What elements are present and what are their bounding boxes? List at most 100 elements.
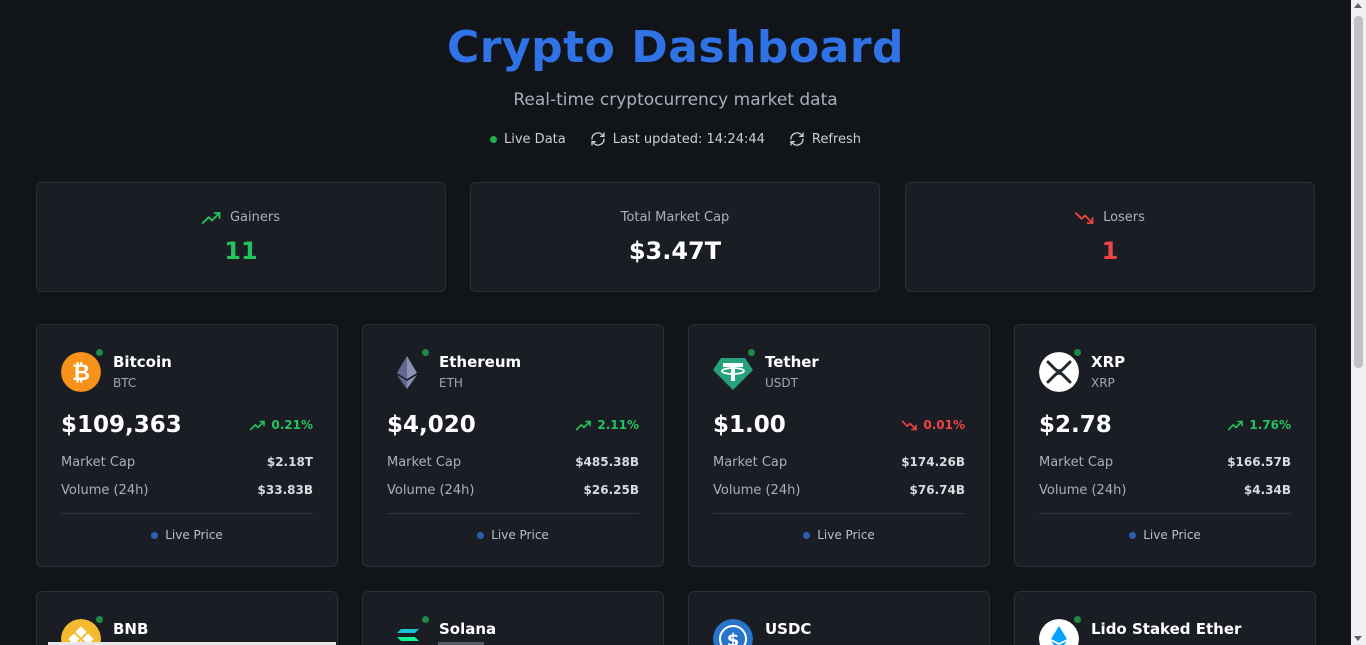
volume-label: Volume (24h) (387, 483, 475, 498)
volume-row: Volume (24h) $76.74B (713, 483, 965, 498)
divider (61, 513, 313, 514)
volume-label: Volume (24h) (61, 483, 149, 498)
tether-icon (713, 358, 753, 390)
last-updated: Last updated: 14:24:44 (590, 131, 765, 147)
dashboard-page: Crypto Dashboard Real-time cryptocurrenc… (0, 0, 1351, 645)
coin-card-lido-staked-ether[interactable]: Lido Staked Ether (1014, 591, 1316, 645)
coin-card-bitcoin[interactable]: ₿ Bitcoin BTC $109,363 0.21% Market Cap … (36, 324, 338, 567)
svg-text:₿: ₿ (72, 361, 90, 386)
coin-price: $2.78 (1039, 412, 1112, 438)
market-cap-value: $3.47T (628, 237, 722, 265)
live-data-indicator: Live Data (490, 132, 566, 147)
market-cap-value: $485.38B (575, 455, 639, 469)
coin-name: XRP (1091, 353, 1126, 371)
coin-name: Solana (439, 620, 497, 638)
svg-text:$: $ (727, 630, 740, 645)
live-status-dot (746, 347, 757, 358)
coin-symbol: BTC (113, 376, 137, 390)
coin-symbol: ETH (439, 376, 463, 390)
losers-header: Losers (906, 210, 1314, 225)
price-change-value: 2.11% (597, 418, 639, 432)
trending-up-icon (250, 420, 266, 430)
live-price-label: Live Price (817, 528, 875, 542)
price-change-value: 0.01% (923, 418, 965, 432)
volume-label: Volume (24h) (1039, 483, 1127, 498)
live-price-label: Live Price (1143, 528, 1201, 542)
scroll-up-icon[interactable] (1354, 3, 1362, 8)
live-price-dot-icon (151, 531, 159, 539)
coin-price: $4,020 (387, 412, 476, 438)
volume-row: Volume (24h) $26.25B (387, 483, 639, 498)
losers-card: Losers 1 (905, 182, 1315, 292)
coin-card-solana[interactable]: Solana (362, 591, 664, 645)
live-price-dot-icon (803, 531, 811, 539)
live-status-dot (1072, 347, 1083, 358)
refresh-button[interactable]: Refresh (789, 131, 861, 147)
volume-value: $4.34B (1243, 483, 1291, 497)
scroll-down-icon[interactable] (1354, 636, 1362, 641)
market-cap-row: Market Cap $2.18T (61, 455, 313, 470)
market-cap-label: Market Cap (713, 455, 788, 470)
xrp-icon (1039, 352, 1079, 392)
market-cap-row: Market Cap $485.38B (387, 455, 639, 470)
coin-name: Bitcoin (113, 353, 172, 371)
coin-name: Tether (765, 353, 819, 371)
market-cap-label: Market Cap (1039, 455, 1114, 470)
coin-card-ethereum[interactable]: Ethereum ETH $4,020 2.11% Market Cap $48… (362, 324, 664, 567)
gainers-label: Gainers (229, 210, 280, 225)
market-cap-label: Market Cap (61, 455, 136, 470)
price-change: 1.76% (1228, 418, 1291, 432)
coin-card-xrp[interactable]: XRP XRP $2.78 1.76% Market Cap $166.57B … (1014, 324, 1316, 567)
scrollbar-thumb[interactable] (1354, 16, 1363, 368)
coin-name: BNB (113, 620, 149, 638)
gainers-value: 11 (224, 237, 258, 265)
trending-up-icon (1228, 420, 1244, 430)
coin-card-tether[interactable]: Tether USDT $1.00 0.01% Market Cap $174.… (688, 324, 990, 567)
price-change: 2.11% (576, 418, 639, 432)
page-title: Crypto Dashboard (446, 22, 905, 73)
market-cap-value: $166.57B (1227, 455, 1291, 469)
divider (1039, 513, 1291, 514)
market-cap-row: Market Cap $166.57B (1039, 455, 1291, 470)
refresh-label: Refresh (811, 131, 861, 147)
volume-label: Volume (24h) (713, 483, 801, 498)
live-data-label: Live Data (504, 131, 566, 147)
price-change-value: 0.21% (271, 418, 313, 432)
volume-value: $76.74B (909, 483, 965, 497)
coin-price: $1.00 (713, 412, 786, 438)
ethereum-icon (387, 352, 427, 392)
divider (387, 513, 639, 514)
live-price-footer: Live Price (689, 528, 989, 542)
coin-symbol: XRP (1091, 376, 1115, 390)
losers-label: Losers (1103, 210, 1145, 225)
live-status-dot (94, 614, 105, 625)
market-cap-header: Total Market Cap (471, 210, 879, 225)
losers-value: 1 (1101, 237, 1119, 265)
market-cap-value: $2.18T (266, 455, 313, 469)
live-price-label: Live Price (165, 528, 223, 542)
sync-icon (591, 132, 605, 146)
live-status-dot (94, 347, 105, 358)
divider (713, 513, 965, 514)
coin-name: USDC (765, 620, 812, 638)
coin-card-usdc[interactable]: $ USDC (688, 591, 990, 645)
volume-row: Volume (24h) $4.34B (1039, 483, 1291, 498)
status-bar: Live Data Last updated: 14:24:44 Refresh (0, 131, 1351, 147)
coin-card-bnb[interactable]: BNB (36, 591, 338, 645)
page-subtitle: Real-time cryptocurrency market data (513, 90, 838, 110)
gainers-header: Gainers (37, 210, 445, 225)
coin-name: Lido Staked Ether (1091, 620, 1242, 638)
live-price-footer: Live Price (363, 528, 663, 542)
usdc-icon: $ (713, 619, 753, 645)
coin-name: Ethereum (439, 353, 522, 371)
last-updated-label: Last updated: 14:24:44 (612, 131, 765, 147)
volume-row: Volume (24h) $33.83B (61, 483, 313, 498)
price-change: 0.01% (902, 418, 965, 432)
market-cap-card: Total Market Cap $3.47T (470, 182, 880, 292)
live-price-footer: Live Price (1015, 528, 1315, 542)
market-cap-label: Market Cap (387, 455, 462, 470)
gainers-card: Gainers 11 (36, 182, 446, 292)
live-status-dot (420, 614, 431, 625)
vertical-scrollbar[interactable] (1351, 0, 1366, 645)
coin-price: $109,363 (61, 412, 182, 438)
